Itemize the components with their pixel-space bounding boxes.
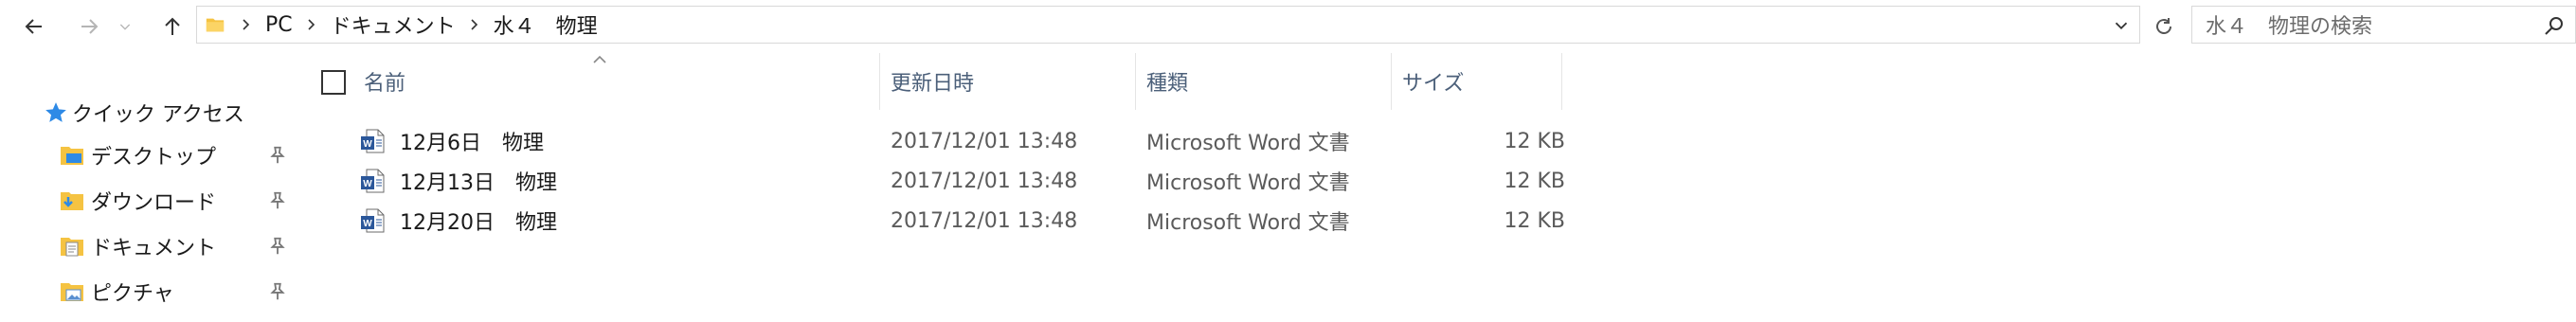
column-divider[interactable] (1391, 53, 1392, 110)
arrow-right-icon (81, 19, 99, 34)
breadcrumb-separator[interactable] (461, 6, 488, 44)
file-name: 12月13日 物理 (400, 171, 557, 195)
file-type: Microsoft Word 文書 (1146, 171, 1350, 195)
back-button[interactable] (15, 8, 53, 45)
documents-folder-icon (61, 238, 83, 257)
word-document-icon: W (361, 169, 385, 193)
navigation-pane: クイック アクセス デスクトップ ダウンロード ドキュメント ピクチャ (0, 53, 285, 322)
breadcrumb-separator[interactable] (233, 6, 260, 44)
column-header-size-label: サイズ (1402, 72, 1465, 96)
nav-item-documents[interactable]: ドキュメント (59, 227, 296, 265)
nav-item-label: ダウンロード (91, 191, 217, 215)
column-divider[interactable] (1561, 53, 1562, 110)
select-all-checkbox[interactable] (321, 70, 346, 95)
arrow-left-icon (25, 19, 42, 34)
nav-item-label: デスクトップ (91, 146, 217, 170)
chevron-right-icon (471, 19, 477, 30)
file-list: 名前 更新日時 種類 サイズ W 12月6日 物理 2017/12/01 13:… (303, 53, 2576, 322)
chevron-down-icon (119, 24, 131, 30)
file-row[interactable]: W 12月13日 物理 2017/12/01 13:48 Microsoft W… (303, 161, 1565, 201)
file-type: Microsoft Word 文書 (1146, 132, 1350, 155)
svg-text:W: W (363, 179, 372, 189)
svg-text:W: W (363, 139, 372, 150)
search-placeholder: 水４ 物理の検索 (2206, 15, 2373, 39)
quick-access-label: クイック アクセス (72, 103, 244, 127)
arrow-up-icon (165, 17, 180, 35)
file-row[interactable]: W 12月20日 物理 2017/12/01 13:48 Microsoft W… (303, 201, 1565, 241)
refresh-button[interactable] (2145, 8, 2183, 45)
refresh-icon (2156, 18, 2171, 34)
column-header-modified-label: 更新日時 (891, 72, 975, 96)
nav-item-label: ピクチャ (91, 282, 174, 306)
chevron-right-icon (308, 19, 315, 30)
nav-item-downloads[interactable]: ダウンロード (59, 182, 296, 220)
nav-item-label: ドキュメント (91, 237, 217, 260)
file-size: 12 KB (1504, 169, 1565, 193)
pin-icon[interactable] (267, 281, 288, 302)
file-size: 12 KB (1504, 129, 1565, 153)
column-divider[interactable] (1135, 53, 1136, 110)
address-dropdown-icon[interactable] (2111, 15, 2132, 36)
breadcrumb-separator[interactable] (298, 6, 325, 44)
file-row[interactable]: W 12月6日 物理 2017/12/01 13:48 Microsoft Wo… (303, 121, 1565, 161)
column-header-type-label: 種類 (1146, 72, 1189, 96)
file-modified: 2017/12/01 13:48 (891, 169, 1078, 193)
file-size: 12 KB (1504, 208, 1565, 233)
column-header-modified[interactable]: 更新日時 (891, 53, 1137, 110)
word-document-icon: W (361, 208, 385, 233)
column-header-size[interactable]: サイズ (1402, 53, 1563, 110)
column-header-row: 名前 更新日時 種類 サイズ (303, 53, 1563, 110)
folder-icon (206, 18, 225, 32)
breadcrumb-current-folder[interactable]: 水４ 物理 (488, 9, 603, 40)
address-toolbar: PC ドキュメント 水４ 物理 水４ 物理の検索 (0, 0, 2576, 53)
desktop-folder-icon (61, 147, 83, 165)
breadcrumb-documents[interactable]: ドキュメント (325, 9, 461, 40)
column-header-name[interactable]: 名前 (364, 53, 875, 110)
word-document-icon: W (361, 129, 385, 153)
file-modified: 2017/12/01 13:48 (891, 208, 1078, 233)
breadcrumb: PC ドキュメント 水４ 物理 (233, 6, 603, 44)
pin-icon[interactable] (267, 145, 288, 166)
star-icon (45, 102, 66, 122)
downloads-folder-icon (61, 192, 83, 210)
forward-button[interactable] (70, 8, 108, 45)
quick-access-item[interactable]: クイック アクセス (44, 97, 244, 129)
file-modified: 2017/12/01 13:48 (891, 129, 1078, 153)
nav-item-desktop[interactable]: デスクトップ (59, 136, 296, 174)
pictures-folder-icon (61, 283, 83, 301)
search-input[interactable]: 水４ 物理の検索 (2191, 6, 2576, 44)
pin-icon[interactable] (267, 236, 288, 257)
up-button[interactable] (153, 8, 191, 45)
file-name: 12月6日 物理 (400, 132, 544, 155)
column-header-name-label: 名前 (364, 72, 406, 96)
svg-text:W: W (363, 219, 372, 229)
file-type: Microsoft Word 文書 (1146, 211, 1350, 235)
column-header-type[interactable]: 種類 (1146, 53, 1393, 110)
search-icon[interactable] (2543, 14, 2566, 37)
chevron-right-icon (243, 19, 250, 30)
address-bar[interactable]: PC ドキュメント 水４ 物理 (196, 6, 2140, 44)
pin-icon[interactable] (267, 190, 288, 211)
file-name: 12月20日 物理 (400, 211, 557, 235)
column-divider[interactable] (879, 53, 880, 110)
nav-item-pictures[interactable]: ピクチャ (59, 273, 296, 311)
recent-locations-button[interactable] (114, 8, 136, 45)
breadcrumb-pc[interactable]: PC (260, 13, 298, 37)
